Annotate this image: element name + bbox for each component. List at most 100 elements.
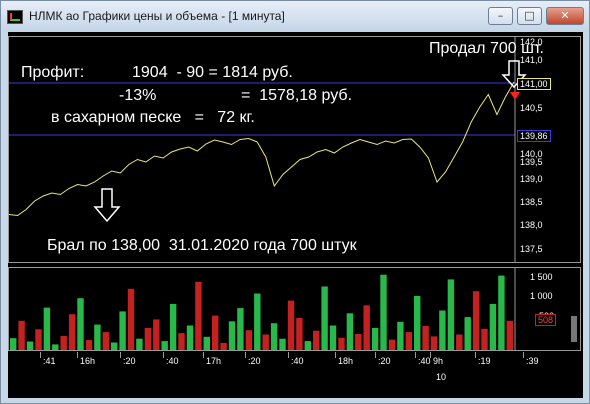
- time-tick: 16h: [80, 356, 96, 366]
- volume-bar: [212, 315, 219, 350]
- time-tick-mark: [288, 352, 289, 358]
- time-tick-mark: [245, 352, 246, 358]
- price-tag-high: 141,00: [517, 78, 551, 90]
- time-tick-mark: [375, 352, 376, 358]
- volume-bar: [178, 333, 185, 350]
- volume-bar: [498, 275, 505, 350]
- volume-bar: [506, 320, 513, 350]
- volume-bar: [119, 311, 126, 350]
- volume-bar: [472, 291, 480, 350]
- price-tick: 139,5: [520, 157, 543, 167]
- volume-bar: [346, 313, 354, 350]
- volume-bar: [439, 310, 446, 350]
- bought-annotation: Брал по 138,00 31.01.2020 года 700 штук: [47, 237, 357, 254]
- price-chart: [9, 37, 527, 262]
- volume-bar: [136, 338, 143, 350]
- price-tick: 137,5: [520, 244, 543, 254]
- volume-bar: [161, 341, 168, 350]
- maximize-button[interactable]: □: [517, 7, 542, 25]
- time-tick: :40: [166, 356, 179, 366]
- volume-bar: [144, 327, 152, 350]
- volume-bar: [405, 332, 412, 350]
- time-tick: :20: [378, 356, 391, 366]
- price-tick: 141,0: [520, 55, 543, 65]
- volume-bar: [169, 303, 177, 350]
- volume-bar: [94, 324, 101, 350]
- volume-bar: [456, 334, 463, 350]
- volume-bar: [220, 342, 227, 350]
- volume-bar: [245, 330, 253, 350]
- volume-bar: [26, 341, 34, 350]
- volume-bar: [203, 336, 210, 350]
- volume-tick: 1 000: [530, 291, 553, 301]
- volume-bar: [77, 298, 84, 350]
- volume-bar: [18, 320, 25, 350]
- time-tick-mark: [120, 352, 121, 358]
- volume-bar: [481, 328, 488, 350]
- volume-chart: [10, 268, 516, 350]
- price-tick: 138,0: [520, 220, 543, 230]
- time-tick: 17h: [206, 356, 222, 366]
- price-tick: 138,5: [520, 197, 543, 207]
- volume-bar: [43, 307, 51, 350]
- time-tick-mark: [430, 352, 431, 358]
- volume-scrollbar[interactable]: [571, 316, 577, 342]
- volume-bar: [447, 279, 455, 350]
- volume-bar: [68, 314, 76, 350]
- volume-bar: [296, 318, 303, 350]
- time-tick: :40: [291, 356, 304, 366]
- volume-bar: [10, 338, 17, 350]
- volume-bar: [127, 288, 135, 350]
- volume-bar: [60, 335, 67, 350]
- volume-series: [10, 274, 513, 350]
- volume-bar: [363, 305, 370, 350]
- time-day-label: 10: [436, 372, 447, 382]
- time-tick-mark: [203, 352, 204, 358]
- volume-bar: [52, 344, 59, 350]
- time-tick: :19: [478, 356, 491, 366]
- time-tick: :40: [418, 356, 431, 366]
- volume-bar: [279, 338, 286, 350]
- time-tick-mark: [335, 352, 336, 358]
- time-tick-mark: [415, 352, 416, 358]
- time-axis: :41 16h:20:40 17h:20:40 18h:20:40 9h:19:39 1…: [8, 352, 581, 392]
- volume-bar: [270, 323, 278, 350]
- time-tick: 18h: [338, 356, 354, 366]
- volume-bar: [304, 341, 311, 350]
- volume-bar: [321, 286, 328, 350]
- volume-bar: [102, 332, 109, 350]
- volume-bar: [237, 308, 244, 350]
- price-panel[interactable]: Продал 700 шт. Профит: 1904 - 90 = 1814 …: [8, 36, 581, 263]
- volume-panel[interactable]: 1 500 1 000 500 508: [8, 267, 581, 351]
- time-tick-mark: [475, 352, 476, 358]
- volume-bar: [313, 330, 320, 350]
- volume-bar: [422, 326, 429, 350]
- price-tick: 139,0: [520, 174, 543, 184]
- volume-bar: [262, 334, 269, 350]
- volume-bar: [329, 325, 337, 350]
- volume-bar: [371, 327, 379, 350]
- volume-bar: [228, 321, 236, 350]
- time-tick-mark: [523, 352, 524, 358]
- app-window: НЛМК ао Графики цены и объема - [1 минут…: [0, 0, 590, 404]
- volume-bar: [388, 339, 396, 350]
- percent-label: -13%: [119, 87, 157, 104]
- close-button[interactable]: ✕: [546, 7, 584, 25]
- volume-tick: 1 500: [530, 272, 553, 282]
- time-tick: :39: [526, 356, 539, 366]
- down-arrow-icon-bought: [93, 188, 121, 223]
- sugar-equivalent: в сахарном песке = 72 кг.: [51, 109, 255, 126]
- time-tick-mark: [40, 352, 41, 358]
- volume-bar: [85, 340, 93, 350]
- volume-bar: [254, 293, 261, 350]
- price-tick: 140,5: [520, 103, 543, 113]
- minimize-button[interactable]: –: [488, 7, 513, 25]
- title-bar[interactable]: НЛМК ао Графики цены и объема - [1 минут…: [1, 1, 589, 32]
- volume-bar: [430, 336, 438, 350]
- time-tick: 9h: [433, 356, 444, 366]
- volume-bar: [338, 337, 345, 350]
- volume-bar: [489, 303, 497, 350]
- percent-value: = 1578,18 руб.: [241, 87, 353, 104]
- volume-bar: [35, 329, 42, 350]
- volume-bar: [153, 319, 160, 350]
